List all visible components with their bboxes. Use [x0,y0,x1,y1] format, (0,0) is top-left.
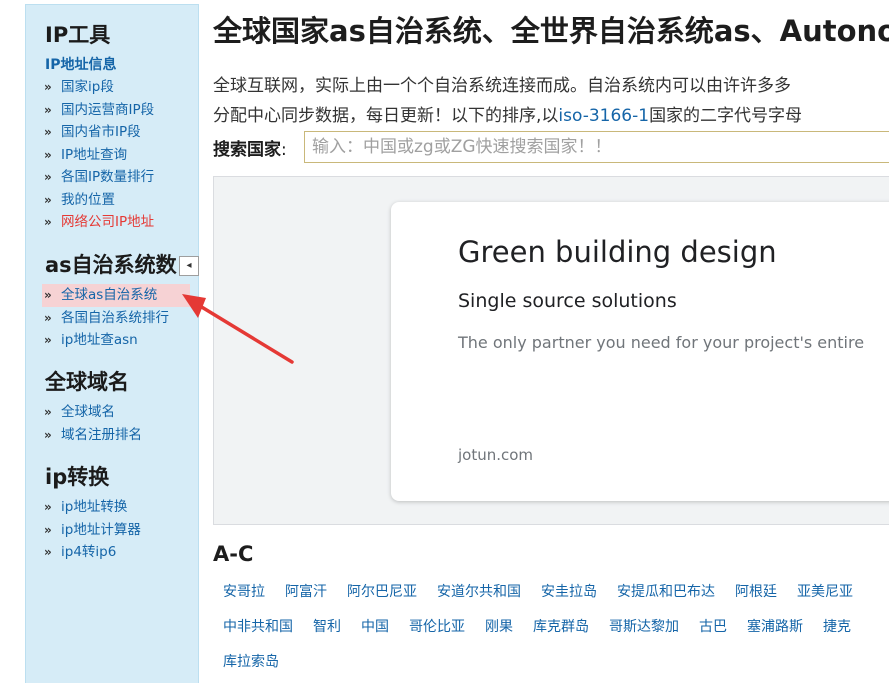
search-country-input[interactable] [304,131,889,163]
bullet-icon: » [44,522,52,537]
sidebar-item-ip-to-asn[interactable]: » ip地址查asn [44,329,190,352]
bullet-icon: » [44,500,52,514]
country-link[interactable]: 安圭拉岛 [531,582,607,602]
country-link[interactable]: 捷克 [813,617,861,637]
country-link[interactable]: 哥伦比亚 [399,617,475,637]
sidebar-item-my-location[interactable]: » 我的位置 [44,189,154,212]
collapse-sidebar-button[interactable]: ◂ [179,256,199,276]
country-link[interactable]: 塞浦路斯 [737,617,813,637]
country-link[interactable]: 安提瓜和巴布达 [607,582,725,602]
sidebar-item-country-ip-ranges[interactable]: » 国家ip段 [44,76,154,99]
bullet-icon: » [44,545,52,559]
bullet-icon: » [44,215,52,229]
country-link[interactable]: 中非共和国 [213,617,303,637]
country-link[interactable]: 刚果 [475,617,523,637]
country-link[interactable]: 智利 [303,617,351,637]
section-title-domains: 全球域名 [45,370,129,394]
sidebar: IP工具 IP地址信息 » 国家ip段 » 国内运营商IP段 » 国内省市IP段 » I… [25,4,199,683]
iso-3166-link[interactable]: iso-3166-1 [558,106,649,126]
bullet-icon: » [44,80,52,94]
bullet-icon: » [44,147,52,162]
sidebar-item-ip-calculator[interactable]: » ip地址计算器 [44,519,141,542]
country-row-3: 库拉索岛 [213,651,289,672]
nav-list-as-systems: » 全球as自治系统 » 各国自治系统排行 » ip地址查asn [42,284,190,352]
sidebar-item-ip4-to-ip6[interactable]: » ip4转ip6 [44,541,141,564]
ad-title[interactable]: Green building design [458,235,777,269]
bullet-icon: » [44,405,52,419]
ad-subtitle: Single source solutions [458,290,677,312]
nav-list-domains: » 全球域名 » 域名注册排名 [44,401,142,446]
sidebar-item-global-as[interactable]: » 全球as自治系统 [42,284,190,307]
nav-list-ip-convert: » ip地址转换 » ip地址计算器 » ip4转ip6 [44,496,141,564]
bullet-icon: » [44,192,52,207]
page-title: 全球国家as自治系统、全世界自治系统as、Autono [213,14,889,48]
bullet-icon: » [44,310,52,325]
section-title-as-systems: as自治系统数 [45,253,177,277]
ad-domain[interactable]: jotun.com [458,446,533,464]
country-link[interactable]: 阿尔巴尼亚 [337,582,427,602]
bullet-icon: » [44,125,52,139]
sidebar-item-ip-lookup[interactable]: » IP地址查询 [44,144,154,167]
search-label: 搜索国家: [213,140,287,160]
country-link[interactable]: 库克群岛 [523,617,599,637]
country-link[interactable]: 安哥拉 [213,582,275,602]
bullet-icon: » [44,333,52,347]
bullet-icon: » [44,102,52,117]
bullet-icon: » [44,170,52,184]
section-title-ip-tools: IP工具 [45,23,111,47]
country-group-heading: A-C [213,542,254,566]
ad-card[interactable]: Green building design Single source solu… [391,202,889,501]
bullet-icon: » [44,288,52,302]
sidebar-item-isp-ip-ranges[interactable]: » 国内运营商IP段 [44,99,154,122]
country-link[interactable]: 阿富汗 [275,582,337,602]
country-link[interactable]: 古巴 [689,617,737,637]
country-link[interactable]: 中国 [351,617,399,637]
nav-list-ip-tools: » 国家ip段 » 国内运营商IP段 » 国内省市IP段 » IP地址查询 » 各国IP数… [44,76,154,234]
country-row-1: 安哥拉 阿富汗 阿尔巴尼亚 安道尔共和国 安圭拉岛 安提瓜和巴布达 阿根廷 亚美尼亚 [213,581,863,602]
intro-text-line-1: 全球互联网，实际上由一个个自治系统连接而成。自治系统内可以由许许多多 [213,76,791,96]
ad-panel: Green building design Single source solu… [213,176,889,525]
sidebar-item-company-ip[interactable]: » 网络公司IP地址 [44,211,154,234]
country-link[interactable]: 阿根廷 [725,582,787,602]
intro-text-line-2: 分配中心同步数据，每日更新！以下的排序,以iso-3166-1国家的二字代号字母 [213,106,803,126]
country-link[interactable]: 库拉索岛 [213,652,289,672]
country-link[interactable]: 哥斯达黎加 [599,617,689,637]
sidebar-item-as-ranking[interactable]: » 各国自治系统排行 [44,307,190,330]
country-row-2: 中非共和国 智利 中国 哥伦比亚 刚果 库克群岛 哥斯达黎加 古巴 塞浦路斯 捷克 [213,616,861,637]
bullet-icon: » [44,427,52,442]
subheading-ip-info[interactable]: IP地址信息 [45,54,116,74]
sidebar-item-ip-convert[interactable]: » ip地址转换 [44,496,141,519]
section-title-ip-convert: ip转换 [45,465,110,489]
sidebar-item-ip-count-ranking[interactable]: » 各国IP数量排行 [44,166,154,189]
country-link[interactable]: 安道尔共和国 [427,582,531,602]
country-link[interactable]: 亚美尼亚 [787,582,863,602]
sidebar-item-domain-ranking[interactable]: » 域名注册排名 [44,424,142,447]
ad-description: The only partner you need for your proje… [458,333,865,352]
sidebar-item-province-ip-ranges[interactable]: » 国内省市IP段 [44,121,154,144]
sidebar-item-global-domains[interactable]: » 全球域名 [44,401,142,424]
